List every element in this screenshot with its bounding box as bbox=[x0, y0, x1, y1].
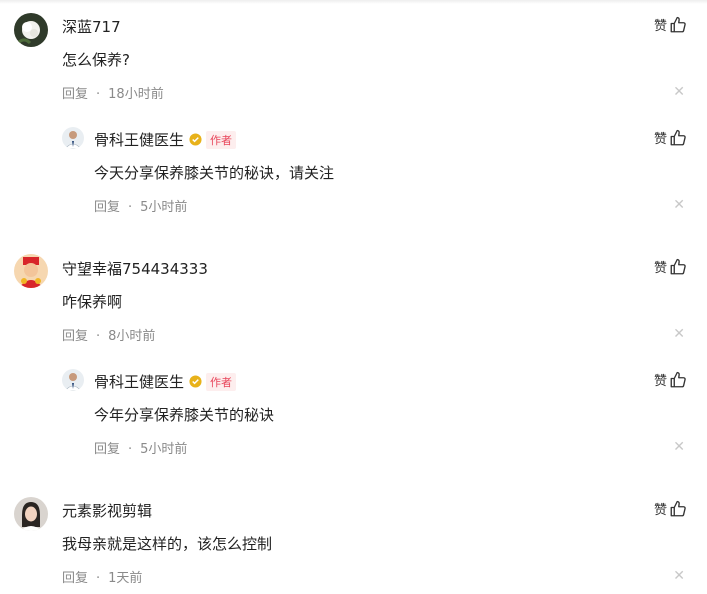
comment-author-name[interactable]: 守望幸福754434333 bbox=[62, 258, 208, 279]
comment-text: 我母亲就是这样的，该怎么控制 bbox=[62, 535, 273, 553]
like-button[interactable]: 赞 bbox=[654, 128, 687, 147]
thumbs-up-icon bbox=[670, 16, 686, 32]
close-icon[interactable]: ✕ bbox=[673, 84, 685, 100]
comment-meta: 回复 · 18小时前 bbox=[62, 83, 164, 102]
top-divider bbox=[0, 0, 707, 4]
like-button[interactable]: 赞 bbox=[654, 499, 687, 518]
person-avatar-icon bbox=[14, 497, 48, 531]
separator-dot: · bbox=[128, 442, 133, 457]
reply-button[interactable]: 回复 bbox=[62, 329, 88, 344]
like-label: 赞 bbox=[653, 132, 667, 147]
reply-button[interactable]: 回复 bbox=[94, 200, 120, 215]
thumbs-up-icon bbox=[670, 500, 686, 516]
author-name[interactable]: 骨科王健医生 bbox=[94, 131, 184, 149]
comment-time: 1天前 bbox=[108, 571, 143, 586]
verified-badge-icon bbox=[189, 133, 202, 146]
separator-dot: · bbox=[96, 87, 101, 102]
thumbs-up-icon bbox=[670, 371, 686, 387]
like-button[interactable]: 赞 bbox=[654, 370, 687, 389]
reply-button[interactable]: 回复 bbox=[62, 571, 88, 586]
comment-meta: 回复 · 5小时前 bbox=[94, 196, 187, 215]
comment-meta: 回复 · 1天前 bbox=[62, 567, 142, 586]
author-tag: 作者 bbox=[206, 131, 237, 149]
comment-meta: 回复 · 8小时前 bbox=[62, 325, 155, 344]
avatar[interactable] bbox=[14, 497, 48, 531]
author-name[interactable]: 骨科王健医生 bbox=[94, 373, 184, 391]
flower-avatar-icon bbox=[14, 13, 48, 47]
avatar[interactable] bbox=[62, 127, 84, 149]
separator-dot: · bbox=[96, 571, 101, 586]
comment-author-name: 骨科王健医生 作者 bbox=[94, 371, 237, 392]
reply-button[interactable]: 回复 bbox=[62, 87, 88, 102]
avatar[interactable] bbox=[14, 254, 48, 288]
comment-time: 5小时前 bbox=[140, 200, 188, 215]
comment-author-name: 骨科王健医生 作者 bbox=[94, 129, 237, 150]
comment-time: 5小时前 bbox=[140, 442, 188, 457]
comment-text: 咋保养啊 bbox=[62, 293, 123, 311]
fortune-god-avatar-icon bbox=[14, 254, 48, 288]
like-label: 赞 bbox=[653, 503, 667, 518]
thumbs-up-icon bbox=[670, 129, 686, 145]
doctor-avatar-icon bbox=[62, 127, 84, 149]
comment-text: 今年分享保养膝关节的秘诀 bbox=[94, 406, 275, 424]
comment-text: 怎么保养? bbox=[62, 51, 130, 69]
close-icon[interactable]: ✕ bbox=[673, 326, 685, 342]
verified-badge-icon bbox=[189, 375, 202, 388]
comment-time: 8小时前 bbox=[108, 329, 156, 344]
close-icon[interactable]: ✕ bbox=[673, 197, 685, 213]
avatar[interactable] bbox=[14, 13, 48, 47]
thumbs-up-icon bbox=[670, 258, 686, 274]
like-button[interactable]: 赞 bbox=[654, 257, 687, 276]
comment-time: 18小时前 bbox=[108, 87, 164, 102]
comment-meta: 回复 · 5小时前 bbox=[94, 438, 187, 457]
close-icon[interactable]: ✕ bbox=[673, 568, 685, 584]
comment-text: 今天分享保养膝关节的秘诀，请关注 bbox=[94, 164, 335, 182]
comment-author-name[interactable]: 深蓝717 bbox=[62, 16, 121, 37]
separator-dot: · bbox=[128, 200, 133, 215]
comment-author-name[interactable]: 元素影视剪辑 bbox=[62, 500, 152, 521]
like-label: 赞 bbox=[653, 261, 667, 276]
doctor-avatar-icon bbox=[62, 369, 84, 391]
separator-dot: · bbox=[96, 329, 101, 344]
like-label: 赞 bbox=[653, 19, 667, 34]
reply-button[interactable]: 回复 bbox=[94, 442, 120, 457]
author-tag: 作者 bbox=[206, 373, 237, 391]
like-label: 赞 bbox=[653, 374, 667, 389]
like-button[interactable]: 赞 bbox=[654, 15, 687, 34]
close-icon[interactable]: ✕ bbox=[673, 439, 685, 455]
avatar[interactable] bbox=[62, 369, 84, 391]
